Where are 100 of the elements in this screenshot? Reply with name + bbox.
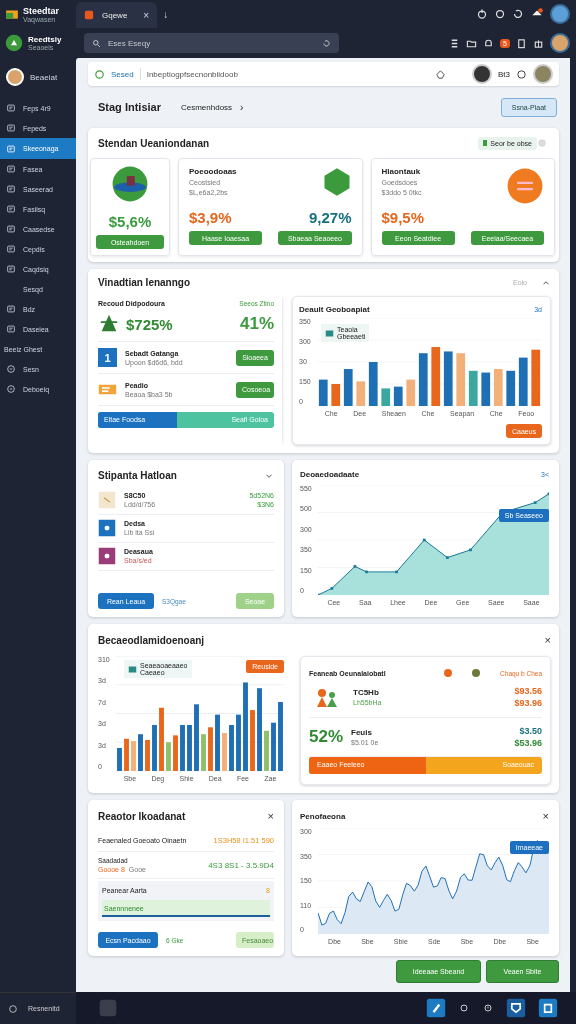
chart-bar (518, 357, 528, 406)
gift-icon[interactable] (533, 37, 544, 49)
row-value: $93.56 (514, 686, 542, 696)
card-title: Stendan Ueaniondanan (98, 137, 210, 149)
bookmark-icon[interactable] (435, 68, 446, 80)
chart-bar (187, 725, 192, 771)
trash-icon[interactable] (538, 998, 558, 1018)
nav-icon (6, 304, 16, 314)
chart-bar (166, 742, 171, 771)
shield-icon[interactable] (506, 998, 526, 1018)
search-box[interactable]: Eses Eseqy (84, 33, 339, 53)
chart-bar (194, 704, 199, 771)
card-title: Vinadtian Ienanngo (98, 277, 191, 288)
number-icon: 1 (98, 348, 117, 367)
new-tab-button[interactable]: ↓ (163, 8, 169, 20)
chart-title: Deoaedoadaate (300, 470, 360, 479)
chart-bar (481, 372, 491, 406)
row-value: 4S3 8S1 - 3.5.9D4 (208, 860, 274, 870)
chart-bar (431, 347, 441, 406)
avatar (6, 68, 24, 86)
chart-bar (159, 707, 164, 771)
data-point (445, 556, 449, 559)
address-bar[interactable]: Sesed Inbeptiogpfsecnonbiidoob Bt3 (88, 62, 559, 86)
stat-value: 9,27% (308, 209, 352, 226)
chart-bar (278, 702, 283, 771)
power-icon[interactable] (476, 8, 488, 20)
search-icon (92, 38, 101, 48)
app-name: Steedtar (23, 5, 59, 16)
tile-title: Hlaontauk (381, 167, 422, 176)
chart-bar (131, 741, 136, 771)
chart-bar (418, 353, 428, 406)
close-button[interactable]: × (267, 810, 274, 822)
nav-icon (6, 264, 16, 274)
nav-icon (6, 384, 16, 394)
nav-icon (6, 164, 16, 174)
chart-bar (318, 379, 328, 406)
chart-bar (506, 370, 516, 406)
avatar[interactable] (550, 4, 570, 24)
legend-icon (128, 664, 137, 674)
chart-bar (180, 725, 185, 771)
chart-bar (173, 735, 178, 771)
tab-icon (84, 10, 94, 20)
globe-icon[interactable] (458, 1002, 470, 1014)
chat-icon[interactable] (494, 8, 506, 20)
site-icon (94, 68, 105, 80)
circle-icon[interactable] (516, 68, 527, 80)
help-icon[interactable] (8, 1003, 18, 1014)
pen-icon[interactable] (426, 998, 446, 1018)
clock-icon[interactable] (482, 1002, 494, 1014)
stat-value: 52% (309, 727, 344, 747)
nav-icon (6, 204, 16, 214)
close-button[interactable]: × (544, 634, 551, 646)
globe-icon (111, 165, 149, 203)
chart-bar (356, 381, 366, 406)
chart-bar (201, 734, 206, 771)
row-title: Feuis (351, 728, 373, 737)
row-value: $3.50 (519, 726, 542, 736)
refresh-icon[interactable] (512, 8, 524, 20)
data-point (353, 565, 357, 568)
search-field[interactable]: Eses Eseqy (106, 37, 317, 49)
chart-bar (343, 369, 353, 406)
nav-icon (6, 184, 16, 194)
breadcrumb-link[interactable]: Cesmenhdoss (180, 102, 233, 112)
chart-bar (331, 384, 341, 406)
chart-bar (145, 739, 150, 771)
close-tab-button[interactable]: × (143, 9, 150, 21)
avatar[interactable] (550, 33, 570, 53)
circle-badge-icon (506, 167, 544, 205)
chart-bar (368, 362, 378, 406)
chart-bar (250, 710, 255, 771)
stat-value: $3,9% (189, 209, 232, 226)
chart-bar (208, 727, 213, 771)
row-value: $53.96 (514, 738, 542, 748)
user-code: Bt3 (498, 69, 510, 79)
chart-bar (468, 370, 478, 406)
close-button[interactable]: × (542, 810, 549, 822)
data-point (395, 570, 398, 574)
chart-bar (124, 738, 129, 771)
row-title: TC5Hb (353, 688, 380, 697)
data-point (330, 587, 334, 590)
breadcrumb-chevron: › (240, 101, 244, 113)
nav-icon (6, 224, 16, 234)
chart-bar (456, 353, 466, 406)
bell-icon[interactable] (483, 37, 495, 49)
nav-icon (6, 244, 16, 254)
stat-value: $9,5% (381, 209, 425, 226)
browser-tab[interactable]: Gqewe × (76, 2, 158, 28)
data-point (365, 570, 368, 574)
chart-bar (229, 725, 234, 771)
chart-bar (443, 351, 453, 406)
chart-bar (236, 714, 241, 771)
clipboard-icon[interactable] (516, 37, 527, 49)
chart-title: Deault Geoboapiat (299, 305, 370, 314)
nav-icon (6, 324, 16, 334)
chart-bar (215, 714, 220, 771)
nav-icon (6, 143, 16, 154)
chart-title: Penofaeona (300, 811, 346, 821)
brand-name: Reedtsiy (28, 35, 62, 44)
brand-logo-icon (5, 34, 23, 52)
stat-value: $5,6% (108, 213, 152, 230)
